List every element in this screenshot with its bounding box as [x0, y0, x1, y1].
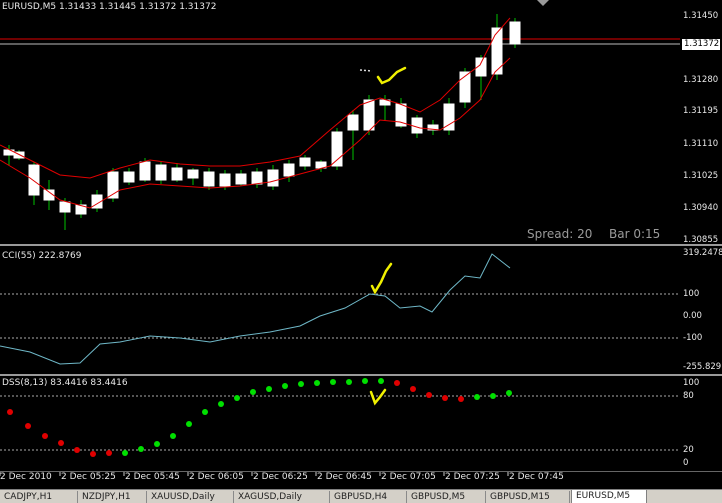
cci-scale[interactable]	[680, 246, 722, 374]
price-tick: 1.30940	[683, 203, 719, 213]
dss-dot	[250, 389, 256, 395]
spread-label: Spread: 20	[527, 227, 593, 241]
dss-dot	[282, 383, 288, 389]
symbol-header: EURUSD,M5 1.31433 1.31445 1.31372 1.3137…	[2, 2, 217, 12]
dss-dot	[490, 393, 496, 399]
dss-canvas	[0, 378, 680, 457]
dss-dot	[170, 433, 176, 439]
time-label: 2 Dec 07:45	[509, 472, 564, 482]
dss-dot	[42, 433, 48, 439]
time-label: 2 Dec 06:25	[253, 472, 308, 482]
dss-header: DSS(8,13) 83.4416 83.4416	[2, 378, 128, 388]
cci-tick: -255.829	[683, 362, 722, 372]
price-tick: 1.31110	[683, 139, 719, 149]
dss-dot	[58, 440, 64, 446]
dss-pane[interactable]: DSS(8,13) 83.4416 83.4416	[0, 376, 680, 471]
dss-dot	[266, 386, 272, 392]
price-tick: 1.31280	[683, 75, 719, 85]
dss-dot	[25, 423, 31, 429]
dss-dot	[298, 381, 304, 387]
chart-tab-bar: CADJPY,H1 NZDJPY,H1 XAUUSD,Daily XAGUSD,…	[0, 489, 722, 503]
tab-gbpusd-m15[interactable]: GBPUSD,M15	[486, 491, 570, 503]
dss-dot	[234, 395, 240, 401]
price-tick: 1.31025	[683, 171, 719, 181]
dss-dot	[458, 396, 464, 402]
dss-dot	[362, 378, 368, 384]
time-label: 2 Dec 05:25	[61, 472, 116, 482]
candles-group	[3, 14, 521, 230]
time-label: 2 Dec 07:25	[445, 472, 500, 482]
dss-dot	[90, 451, 96, 457]
dss-dot	[346, 379, 352, 385]
dss-dot	[186, 421, 192, 427]
upper-band-line	[0, 17, 511, 179]
cci-annotation-check-mark	[370, 262, 393, 295]
dss-tick: 0	[683, 458, 689, 468]
cci-pane[interactable]: CCI(55) 222.8769	[0, 246, 680, 374]
tab-cadjpy-h1[interactable]: CADJPY,H1	[0, 491, 78, 503]
dss-dot	[442, 395, 448, 401]
dss-dot	[330, 379, 336, 385]
dss-dot	[314, 380, 320, 386]
dss-tick: 80	[683, 391, 694, 401]
current-price-box: 1.31372	[682, 39, 720, 50]
dss-dot	[474, 394, 480, 400]
dss-dot	[138, 446, 144, 452]
tab-eurusd-m5[interactable]: EURUSD,M5	[571, 489, 647, 503]
price-chart-pane[interactable]: EURUSD,M5 1.31433 1.31445 1.31372 1.3137…	[0, 0, 680, 244]
tab-xauusd-daily[interactable]: XAUUSD,Daily	[147, 491, 234, 503]
dss-tick: 20	[683, 445, 694, 455]
dss-dot	[74, 447, 80, 453]
dss-dot	[410, 386, 416, 392]
annotation-check-mark	[376, 66, 407, 85]
price-chart-canvas	[0, 0, 680, 230]
cci-tick: 100	[683, 289, 700, 299]
price-tick: 1.31195	[683, 106, 719, 116]
annotation-dots	[359, 69, 373, 72]
cci-tick: 319.2478	[683, 248, 722, 258]
time-label: 2 Dec 2010	[0, 472, 52, 482]
tab-gbpusd-h4[interactable]: GBPUSD,H4	[330, 491, 407, 503]
dss-dot	[122, 450, 128, 456]
cci-tick: 0.00	[683, 311, 702, 321]
cci-tick: -100	[683, 333, 703, 343]
dss-dots-group	[7, 378, 512, 457]
dss-dot	[426, 392, 432, 398]
dss-dot	[506, 390, 512, 396]
dss-dot	[378, 378, 384, 384]
cci-canvas	[0, 253, 680, 365]
dss-dot	[202, 409, 208, 415]
dss-dot	[7, 409, 13, 415]
bar-timer-label: Bar 0:15	[609, 227, 661, 241]
dss-tick: 100	[683, 378, 700, 388]
dss-dot	[394, 380, 400, 386]
dss-dot	[218, 401, 224, 407]
tab-gbpusd-m5[interactable]: GBPUSD,M5	[407, 491, 486, 503]
time-label: 2 Dec 07:05	[381, 472, 436, 482]
tab-xagusd-daily[interactable]: XAGUSD,Daily	[234, 491, 330, 503]
time-label: 2 Dec 06:05	[189, 472, 244, 482]
price-tick: 1.31450	[683, 11, 719, 21]
dss-dot	[106, 450, 112, 456]
scroll-marker-icon[interactable]	[537, 0, 549, 6]
time-label: 2 Dec 06:45	[317, 472, 372, 482]
cci-line	[0, 253, 511, 365]
dss-dot	[154, 441, 160, 447]
time-label: 2 Dec 05:45	[125, 472, 180, 482]
cci-header: CCI(55) 222.8769	[2, 251, 82, 261]
tab-nzdjpy-h1[interactable]: NZDJPY,H1	[78, 491, 147, 503]
